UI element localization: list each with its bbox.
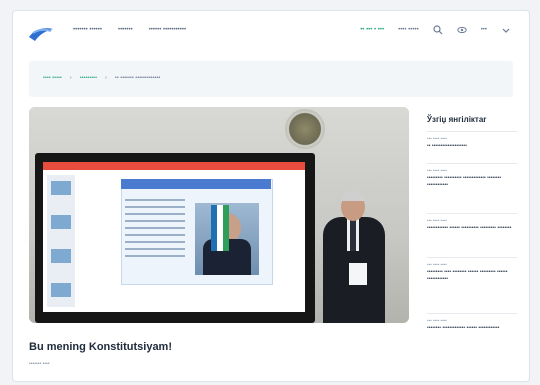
news-sidebar: Ўзгіџ янгіліктаr ••• •••• •••• •• ••••••… [423,107,521,357]
news-title: •••••••• ••••••••••••• •••••• ••••••••••… [427,325,500,331]
slide-text [125,199,185,259]
news-date: ••• •••• •••• [427,136,447,141]
news-item[interactable]: ••• •••• •••• •••••••• ••••••••••••• •••… [427,313,517,332]
contact-info[interactable]: •• ••• • ••• [360,27,384,33]
news-item[interactable]: ••• •••• •••• •• •••••••••••••••••••• [427,131,517,150]
main-nav: ••••••• •••••• ••••••• •••••• ••••••••••… [73,27,186,33]
slide-flag [211,205,229,251]
nav-item-1[interactable]: ••••••• •••••• [73,27,102,33]
news-date: ••• •••• •••• [427,262,447,267]
news-title: ••••••••• •••• •••••••• •••••• •••••••••… [427,269,508,282]
news-item[interactable]: ••• •••• •••• •••••••••••• •••••• ••••••… [427,213,517,232]
nav-item-2[interactable]: ••••••• [118,27,133,33]
article-video[interactable] [29,107,409,323]
breadcrumb-current: •• ••••••• ••••••••••••• [114,75,161,81]
breadcrumb: •••• ••••• › ••••••••• › •• ••••••• ••••… [43,75,160,81]
news-date: ••• •••• •••• [427,318,447,323]
presenter [319,191,389,323]
news-title: •• •••••••••••••••••••• [427,143,467,149]
slide-caption [121,179,271,189]
breadcrumb-separator: › [105,75,107,81]
breadcrumb-section[interactable]: ••••••••• [80,75,97,81]
page: ••••••• •••••• ••••••• •••••• ••••••••••… [12,10,530,382]
breadcrumb-home[interactable]: •••• ••••• [43,75,62,81]
breadcrumb-separator: › [69,75,72,81]
sidebar-heading: Ўзгіџ янгіліктаr [427,115,487,124]
state-emblem [285,109,325,149]
tv-screen-topbar [43,162,305,170]
breadcrumb-bar: •••• ••••• › ••••••••• › •• ••••••• ••••… [29,61,513,97]
chevron-down-icon[interactable] [501,25,511,35]
article-title: Bu mening Konstitutsiyam! [29,341,173,353]
news-item[interactable]: ••• •••• •••• ••••••••• •••• •••••••• ••… [427,257,517,283]
news-item[interactable]: ••• •••• •••• ••••••••• •••••••••• •••••… [427,163,517,189]
news-date: ••• •••• •••• [427,218,447,223]
header-actions: •• ••• • ••• •••• ••••• ••• [360,25,511,35]
slide-thumbnails [47,175,75,307]
article-date: ••••••• •••• [29,361,50,367]
language-selector[interactable]: ••• [481,27,487,33]
nav-item-3[interactable]: •••••• ••••••••••• [149,27,186,33]
call-center-link[interactable]: •••• ••••• [398,27,419,33]
news-title: •••••••••••• •••••• •••••••••• •••••••••… [427,225,512,231]
news-date: ••• •••• •••• [427,168,447,173]
site-logo-icon[interactable] [27,23,55,43]
news-title: ••••••••• •••••••••• ••••••••••••• •••••… [427,175,502,188]
search-icon[interactable] [433,25,443,35]
site-header: ••••••• •••••• ••••••• •••••• ••••••••••… [13,11,529,53]
accessibility-eye-icon[interactable] [456,25,467,35]
